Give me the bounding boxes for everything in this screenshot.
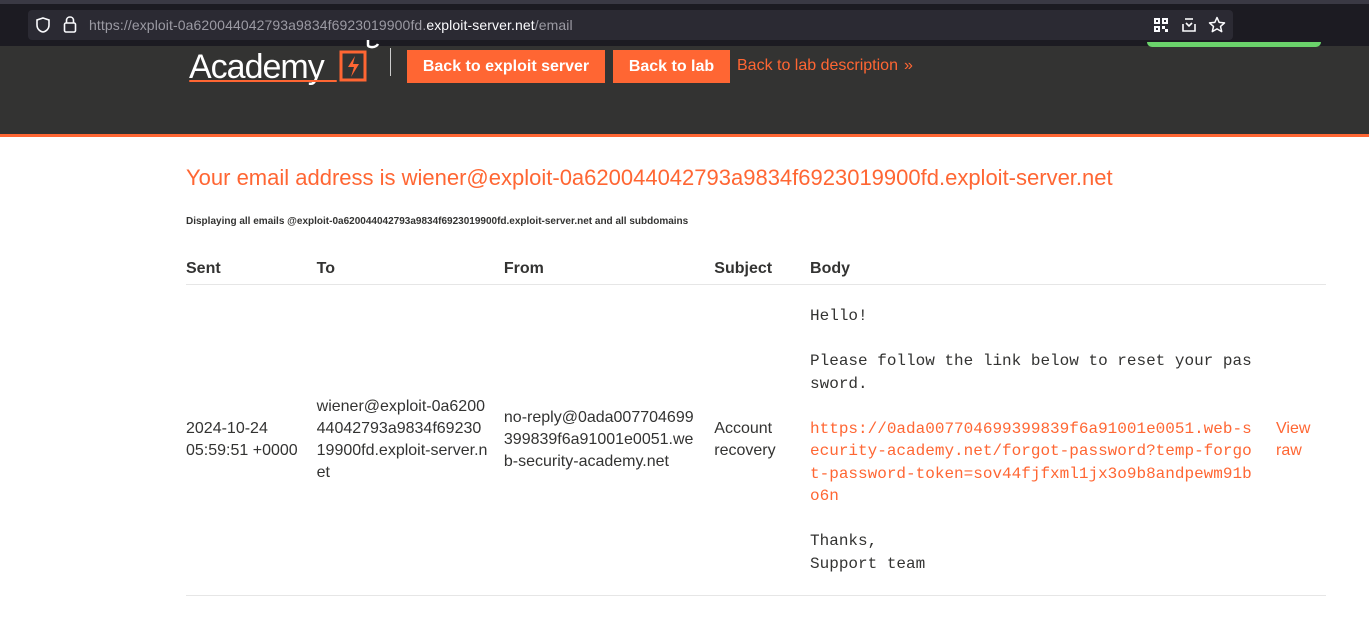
browser-toolbar: https://exploit-0a620044042793a9834f6923… xyxy=(0,0,1369,46)
body-greeting: Hello! xyxy=(810,307,868,325)
body-instruction: Please follow the link below to reset yo… xyxy=(810,352,1252,393)
column-header-actions xyxy=(1276,256,1326,285)
email-address-heading: Your email address is wiener@exploit-0a6… xyxy=(186,165,1113,190)
cell-sent: 2024-10-24 05:59:51 +0000 xyxy=(186,284,317,596)
logo-underline xyxy=(189,80,337,82)
from-address: no-reply@0ada007704699399839f6a91001e005… xyxy=(503,409,694,470)
to-address: wiener@exploit-0a620044042793a9834f69230… xyxy=(316,398,488,481)
url-host: exploit-server.net xyxy=(426,17,535,33)
emails-table: Sent To From Subject Body 2024-10-24 05:… xyxy=(186,256,1326,596)
sent-date: 2024-10-24 xyxy=(186,420,268,437)
table-row: 2024-10-24 05:59:51 +0000 wiener@exploit… xyxy=(186,284,1326,596)
lab-status-badge xyxy=(1147,42,1321,47)
cell-body: Hello! Please follow the link below to r… xyxy=(810,284,1276,596)
email-body: Hello! Please follow the link below to r… xyxy=(810,285,1255,595)
qr-code-icon[interactable] xyxy=(1154,18,1168,32)
lock-icon[interactable] xyxy=(63,16,77,33)
back-to-exploit-server-button[interactable]: Back to exploit server xyxy=(407,50,605,83)
subject-text: Account recovery xyxy=(714,420,776,459)
url-path: /email xyxy=(534,17,573,33)
back-to-lab-description-link[interactable]: Back to lab description » xyxy=(737,57,913,75)
cell-actions: View raw xyxy=(1276,284,1326,596)
url-text[interactable]: https://exploit-0a620044042793a9834f6923… xyxy=(89,17,573,33)
bookmark-star-icon[interactable] xyxy=(1208,16,1226,34)
column-header-sent: Sent xyxy=(186,256,317,285)
cell-from: no-reply@0ada007704699399839f6a91001e005… xyxy=(503,284,715,596)
site-header: Academy Back to exploit server Back to l… xyxy=(0,40,1369,137)
column-header-from: From xyxy=(503,256,715,285)
body-thanks: Thanks, xyxy=(810,532,878,550)
cell-subject: Account recovery xyxy=(714,284,811,596)
cell-to: wiener@exploit-0a620044042793a9834f69230… xyxy=(316,284,504,596)
column-header-subject: Subject xyxy=(714,256,811,285)
column-header-body: Body xyxy=(810,256,1276,285)
url-prefix: https://exploit-0a620044042793a9834f6923… xyxy=(89,17,427,33)
address-bar[interactable]: https://exploit-0a620044042793a9834f6923… xyxy=(28,10,1233,40)
password-reset-link[interactable]: https://0ada007704699399839f6a91001e0051… xyxy=(810,420,1252,506)
column-header-to: To xyxy=(316,256,504,285)
double-chevron-right-icon: » xyxy=(903,57,913,74)
save-to-pocket-icon[interactable] xyxy=(1182,17,1196,33)
back-to-lab-description-label: Back to lab description xyxy=(737,57,898,74)
display-note: Displaying all emails @exploit-0a6200440… xyxy=(186,216,689,227)
body-signoff: Support team xyxy=(810,554,926,573)
header-divider xyxy=(390,48,391,76)
shield-icon[interactable] xyxy=(36,17,50,33)
sent-time: 05:59:51 +0000 xyxy=(186,442,298,459)
logo-cap-icon xyxy=(366,40,380,49)
back-to-lab-button[interactable]: Back to lab xyxy=(613,50,730,83)
logo-lightning-icon xyxy=(339,50,367,82)
view-raw-link[interactable]: View raw xyxy=(1276,418,1326,462)
table-header-row: Sent To From Subject Body xyxy=(186,256,1326,285)
